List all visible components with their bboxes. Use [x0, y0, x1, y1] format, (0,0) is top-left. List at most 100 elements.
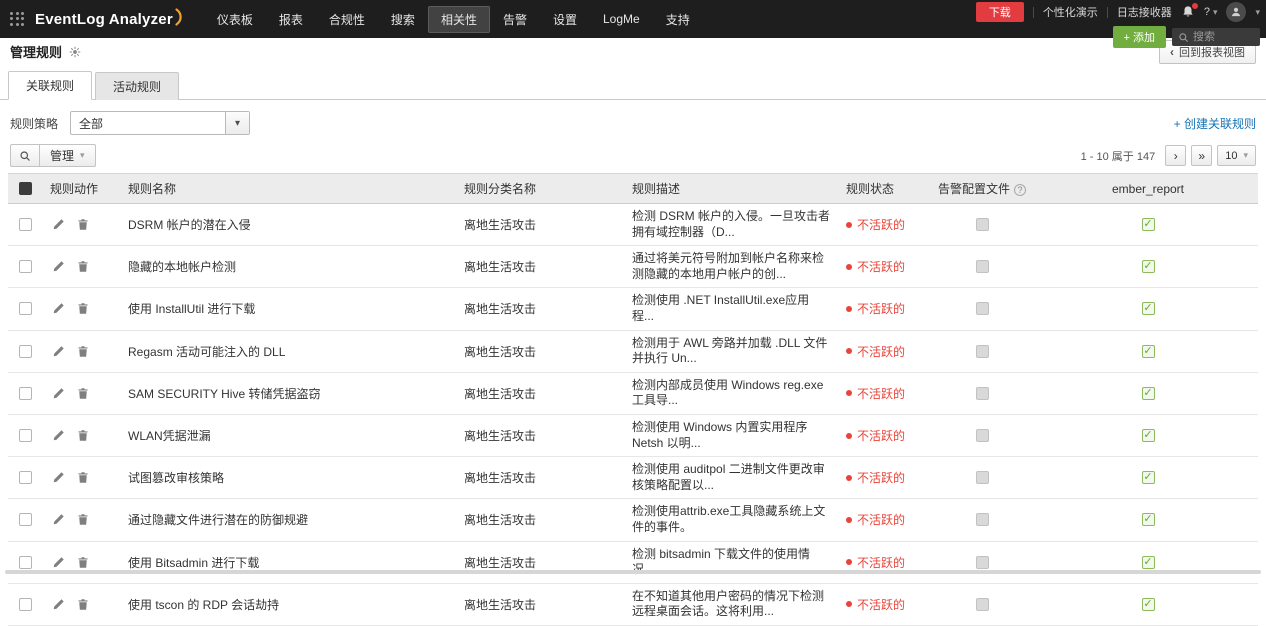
horizontal-scrollbar[interactable] [5, 570, 1261, 574]
edit-icon[interactable] [52, 513, 65, 526]
delete-icon[interactable] [77, 598, 89, 611]
delete-icon[interactable] [77, 429, 89, 442]
edit-icon[interactable] [52, 598, 65, 611]
help-menu[interactable]: ? ▾ [1204, 6, 1218, 18]
edit-icon[interactable] [52, 302, 65, 315]
global-search-input[interactable] [1193, 31, 1253, 43]
edit-icon[interactable] [52, 345, 65, 358]
topbar-right: 下载 个性化演示 日志接收器 ? ▾ ▾ + 添加 [975, 2, 1260, 48]
ember-report-checkbox[interactable]: ✓ [1141, 597, 1155, 611]
alert-profile-checkbox[interactable] [975, 302, 989, 316]
rule-category: 离地生活攻击 [456, 414, 624, 458]
status-dot-icon [846, 601, 852, 608]
row-checkbox[interactable] [18, 344, 32, 358]
table-search-button[interactable] [10, 144, 40, 167]
row-checkbox[interactable] [18, 597, 32, 611]
delete-icon[interactable] [77, 556, 89, 569]
edit-icon[interactable] [52, 218, 65, 231]
nav-item-dashboard[interactable]: 仪表板 [204, 6, 266, 33]
row-checkbox[interactable] [18, 302, 32, 316]
ember-report-checkbox[interactable]: ✓ [1141, 429, 1155, 443]
delete-icon[interactable] [77, 513, 89, 526]
ember-report-checkbox[interactable]: ✓ [1141, 471, 1155, 485]
ember-report-checkbox[interactable]: ✓ [1141, 302, 1155, 316]
ember-report-checkbox[interactable]: ✓ [1141, 513, 1155, 527]
nav-item-compliance[interactable]: 合规性 [316, 6, 378, 33]
row-checkbox[interactable] [18, 429, 32, 443]
edit-icon[interactable] [52, 260, 65, 273]
add-button[interactable]: + 添加 [1112, 26, 1166, 48]
alert-profile-checkbox[interactable] [975, 344, 989, 358]
rule-status: 不活跃的 [857, 260, 906, 275]
nav-item-logme[interactable]: LogMe [590, 7, 653, 31]
main-nav: 仪表板 报表 合规性 搜索 相关性 告警 设置 LogMe 支持 [204, 0, 703, 38]
page-settings-icon[interactable] [69, 46, 81, 58]
alert-profile-checkbox[interactable] [975, 555, 989, 569]
tab-activity-rules[interactable]: 活动规则 [95, 72, 180, 100]
alert-profile-checkbox[interactable] [975, 471, 989, 485]
create-correlation-rule-link[interactable]: + 创建关联规则 [1174, 115, 1256, 132]
app-logo: EventLog Analyzer [35, 8, 184, 28]
rule-description: 检测内部成员使用 Windows reg.exe 工具导... [624, 372, 838, 415]
notifications-bell-icon[interactable] [1181, 2, 1199, 19]
alert-profile-checkbox[interactable] [975, 386, 989, 400]
user-menu-caret-icon[interactable]: ▾ [1255, 7, 1260, 18]
edit-icon[interactable] [52, 556, 65, 569]
alert-profile-checkbox[interactable] [975, 597, 989, 611]
delete-icon[interactable] [77, 471, 89, 484]
edit-icon[interactable] [52, 387, 65, 400]
help-icon[interactable]: ? [1014, 183, 1026, 196]
delete-icon[interactable] [77, 345, 89, 358]
row-checkbox[interactable] [18, 386, 32, 400]
ember-report-checkbox[interactable]: ✓ [1141, 260, 1155, 274]
rule-status: 不活跃的 [857, 429, 906, 444]
nav-item-alerts[interactable]: 告警 [490, 6, 540, 33]
nav-item-reports[interactable]: 报表 [266, 6, 316, 33]
ember-report-checkbox[interactable]: ✓ [1141, 386, 1155, 400]
log-receiver-link[interactable]: 日志接收器 [1117, 4, 1172, 20]
table-row: 使用 Bitsadmin 进行下载 离地生活攻击 检测 bitsadmin 下载… [8, 541, 1258, 584]
ember-report-checkbox[interactable]: ✓ [1141, 218, 1155, 232]
nav-item-settings[interactable]: 设置 [540, 6, 590, 33]
alert-profile-checkbox[interactable] [975, 218, 989, 232]
edit-icon[interactable] [52, 471, 65, 484]
nav-item-search[interactable]: 搜索 [378, 6, 428, 33]
rule-description: 检测使用attrib.exe工具隐藏系统上文件的事件。 [624, 498, 838, 542]
rule-category: 离地生活攻击 [456, 372, 624, 415]
alert-profile-checkbox[interactable] [975, 513, 989, 527]
row-checkbox[interactable] [18, 513, 32, 527]
nav-item-support[interactable]: 支持 [653, 6, 703, 33]
apps-grid-icon[interactable] [10, 11, 25, 27]
rule-description: 检测 bitsadmin 下载文件的使用情况。 [624, 541, 838, 584]
personalized-demo-link[interactable]: 个性化演示 [1043, 4, 1098, 20]
download-button[interactable]: 下载 [975, 2, 1024, 22]
policy-select[interactable]: 全部 ▾ [70, 111, 251, 135]
policy-filter-label: 规则策略 [10, 116, 59, 131]
delete-icon[interactable] [77, 387, 89, 400]
last-page-button[interactable]: » [1191, 145, 1213, 166]
page-size-select[interactable]: 10 ▾ [1217, 145, 1256, 166]
row-checkbox[interactable] [18, 471, 32, 485]
rule-description: 检测使用 Windows 内置实用程序 Netsh 以明... [624, 414, 838, 458]
next-page-button[interactable]: › [1165, 145, 1187, 166]
user-avatar[interactable] [1226, 2, 1247, 22]
row-checkbox[interactable] [18, 218, 32, 232]
alert-profile-checkbox[interactable] [975, 260, 989, 274]
global-search[interactable] [1172, 28, 1260, 46]
divider [1032, 6, 1034, 18]
edit-icon[interactable] [52, 429, 65, 442]
delete-icon[interactable] [77, 260, 89, 273]
select-all-checkbox[interactable] [18, 182, 32, 195]
row-checkbox[interactable] [18, 260, 32, 274]
ember-report-checkbox[interactable]: ✓ [1141, 344, 1155, 358]
row-checkbox[interactable] [18, 555, 32, 569]
ember-report-checkbox[interactable]: ✓ [1141, 555, 1155, 569]
rule-status: 不活跃的 [857, 344, 906, 359]
manage-dropdown-button[interactable]: 管理 ▾ [40, 144, 96, 167]
tab-correlation-rules[interactable]: 关联规则 [8, 71, 93, 100]
delete-icon[interactable] [77, 218, 89, 231]
alert-profile-checkbox[interactable] [975, 429, 989, 443]
col-header-actions: 规则动作 [42, 173, 120, 204]
nav-item-correlation[interactable]: 相关性 [427, 5, 490, 33]
delete-icon[interactable] [77, 302, 89, 315]
